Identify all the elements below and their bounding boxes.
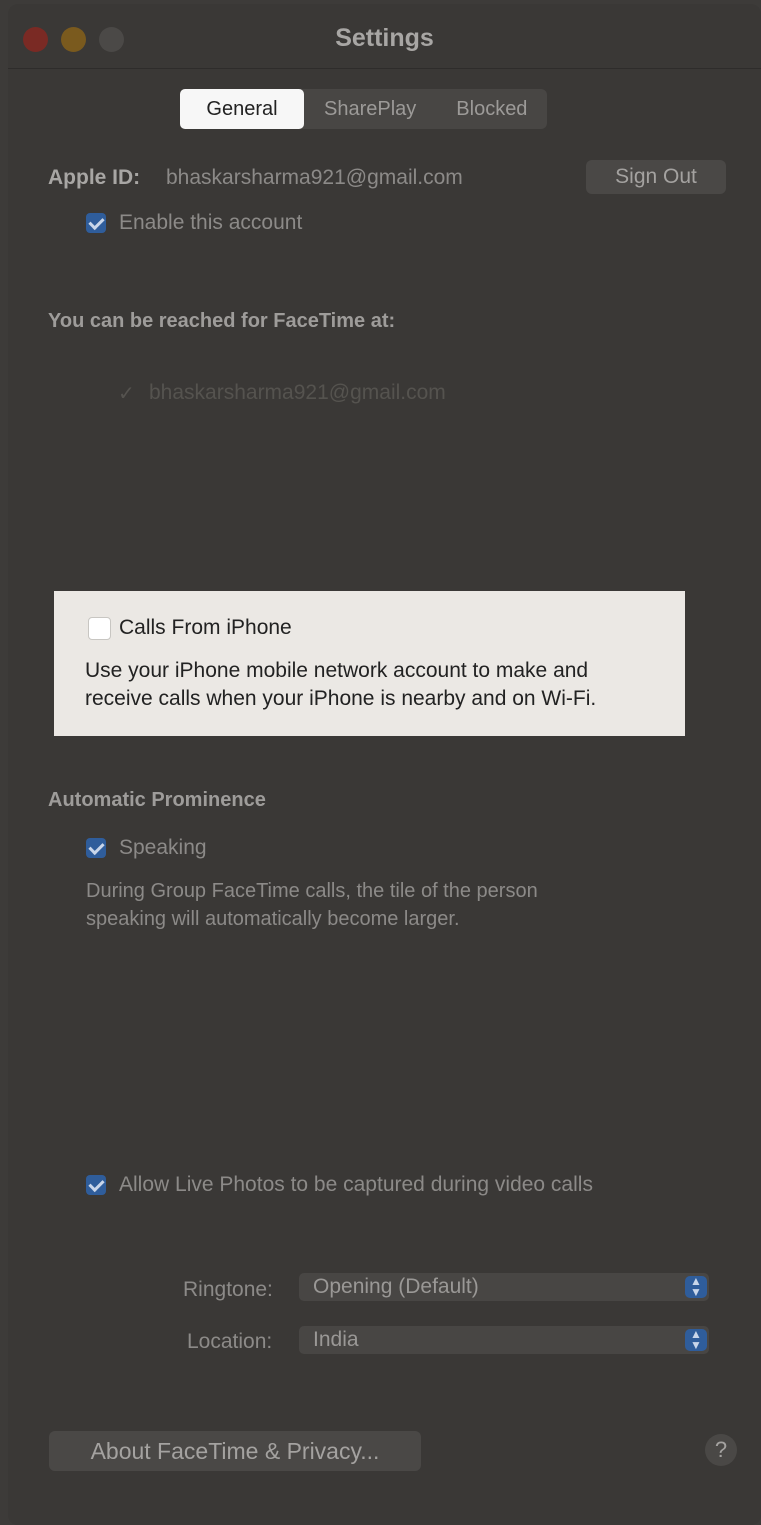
ringtone-popup[interactable]: Opening (Default) ▲ ▼ <box>299 1273 709 1301</box>
window-title: Settings <box>335 24 434 52</box>
reachable-heading: You can be reached for FaceTime at: <box>48 310 396 332</box>
tab-blocked[interactable]: Blocked <box>436 89 547 129</box>
speaking-label: Speaking <box>119 836 207 859</box>
tab-bar: General SharePlay Blocked <box>180 89 548 129</box>
enable-account-label: Enable this account <box>119 211 303 234</box>
reach-check-icon: ✓ <box>118 383 135 405</box>
speaking-description-line-1: During Group FaceTime calls, the tile of… <box>86 880 538 902</box>
ringtone-value: Opening (Default) <box>313 1275 479 1298</box>
speaking-description: During Group FaceTime calls, the tile of… <box>86 877 538 933</box>
about-facetime-privacy-button[interactable]: About FaceTime & Privacy... <box>49 1431 421 1471</box>
speaking-checkbox[interactable] <box>86 838 106 858</box>
ringtone-label: Ringtone: <box>183 1278 273 1301</box>
calls-from-iphone-description: Use your iPhone mobile network account t… <box>85 657 596 713</box>
reach-address: bhaskarsharma921@gmail.com <box>149 381 446 404</box>
tab-shareplay[interactable]: SharePlay <box>304 89 436 129</box>
apple-id-value: bhaskarsharma921@gmail.com <box>166 166 463 189</box>
calls-from-iphone-label: Calls From iPhone <box>119 616 292 639</box>
enable-account-checkbox[interactable] <box>86 213 106 233</box>
location-value: India <box>313 1328 359 1351</box>
chevron-updown-icon: ▲ ▼ <box>685 1328 707 1351</box>
live-photos-checkbox[interactable] <box>86 1175 106 1195</box>
calls-description-line-1: Use your iPhone mobile network account t… <box>85 659 589 682</box>
title-bar: Settings <box>8 4 761 69</box>
live-photos-label: Allow Live Photos to be captured during … <box>119 1173 593 1196</box>
apple-id-label: Apple ID: <box>48 166 141 189</box>
location-label: Location: <box>187 1330 273 1353</box>
speaking-description-line-2: speaking will automatically become large… <box>86 908 460 930</box>
location-popup[interactable]: India ▲ ▼ <box>299 1326 709 1354</box>
tab-general[interactable]: General <box>180 89 304 129</box>
calls-from-iphone-checkbox[interactable] <box>88 617 111 640</box>
sign-out-button[interactable]: Sign Out <box>586 160 726 194</box>
calls-description-line-2: receive calls when your iPhone is nearby… <box>85 687 597 710</box>
help-button[interactable]: ? <box>705 1434 737 1466</box>
automatic-prominence-heading: Automatic Prominence <box>48 789 266 811</box>
calls-from-iphone-panel: Calls From iPhone Use your iPhone mobile… <box>54 591 685 736</box>
chevron-updown-icon: ▲ ▼ <box>685 1275 707 1298</box>
